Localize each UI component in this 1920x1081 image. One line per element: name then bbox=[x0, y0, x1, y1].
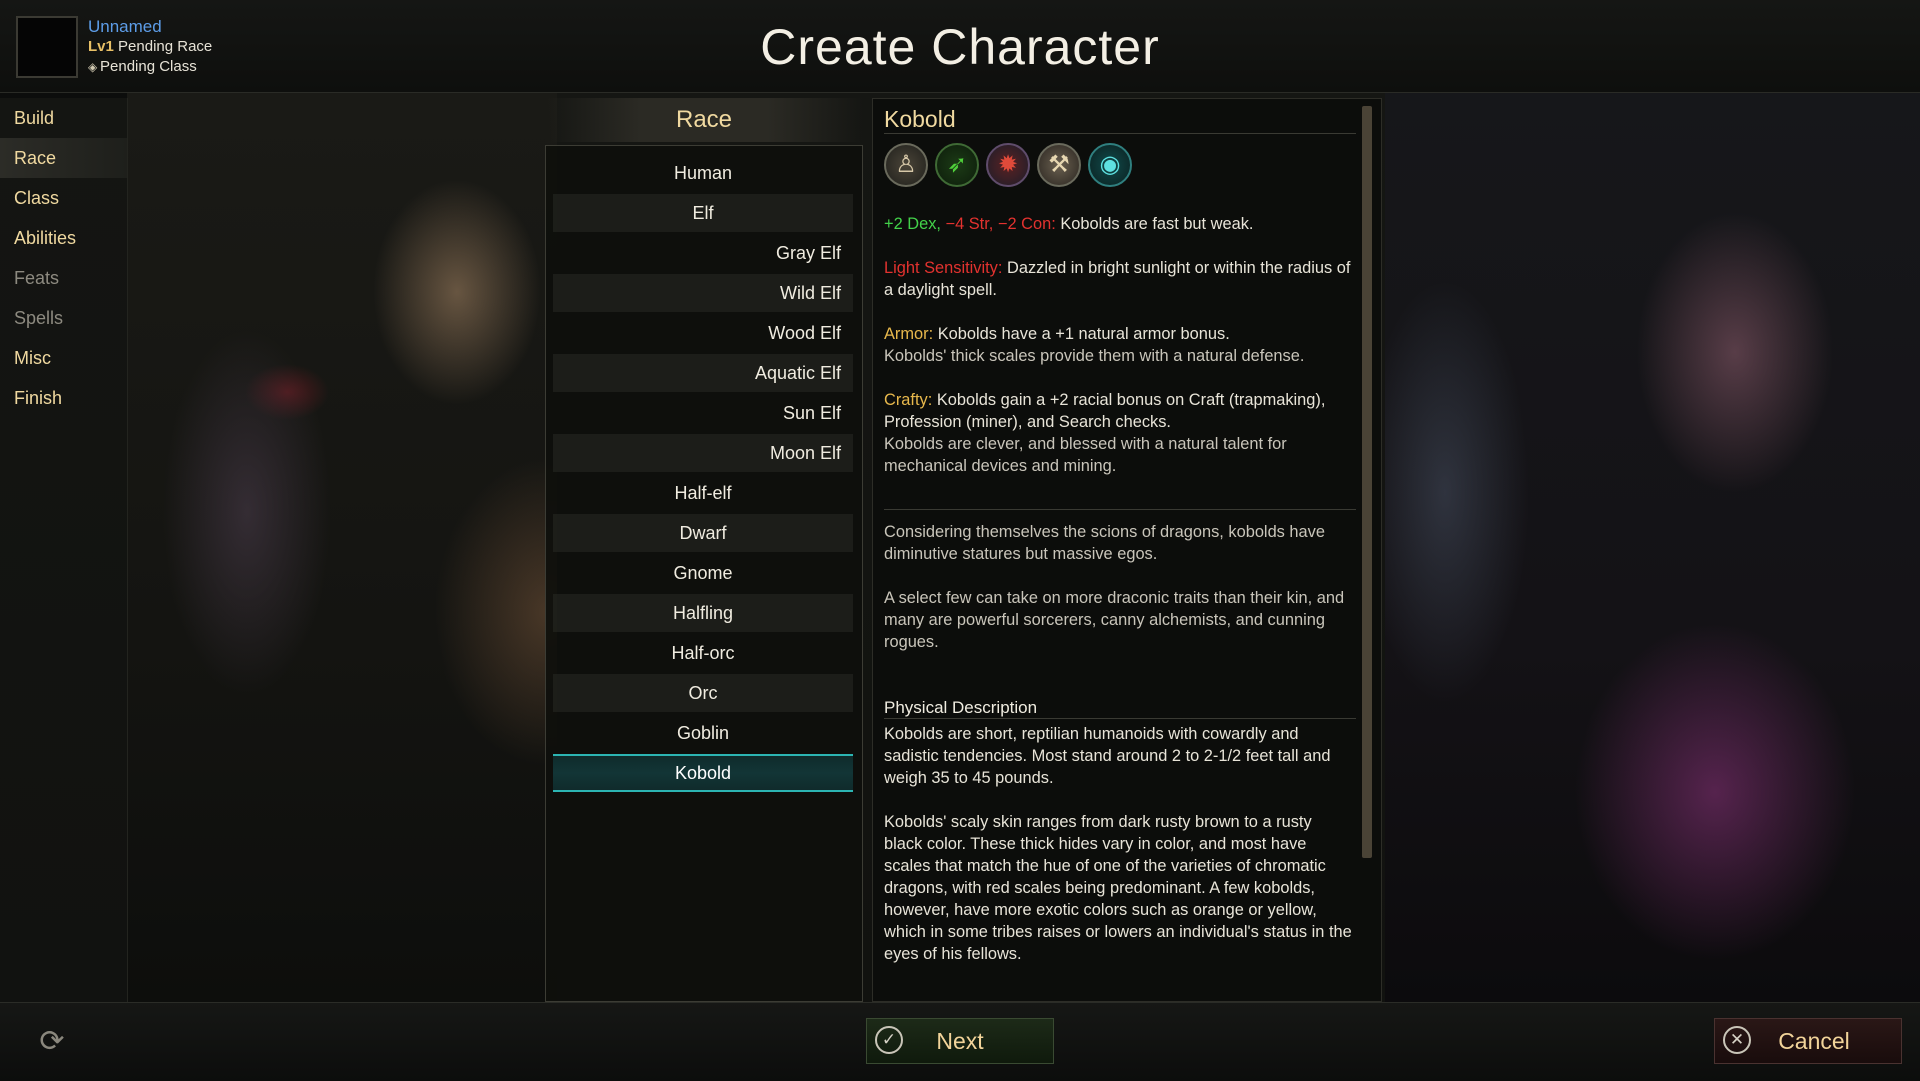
race-option-label: Moon Elf bbox=[769, 443, 841, 463]
sidebar-item-finish[interactable]: Finish bbox=[0, 378, 127, 418]
race-option-aquatic-elf[interactable]: Aquatic Elf bbox=[553, 354, 853, 392]
race-option-sun-elf[interactable]: Sun Elf bbox=[553, 394, 853, 432]
page-title: Create Character bbox=[760, 19, 1160, 75]
trait-light-sensitivity: Light Sensitivity: Dazzled in bright sun… bbox=[884, 257, 1354, 301]
sidebar-item-abilities[interactable]: Abilities bbox=[0, 218, 127, 258]
race-option-label: Gray Elf bbox=[775, 243, 841, 263]
race-option-elf[interactable]: Elf bbox=[553, 194, 853, 232]
race-option-gnome[interactable]: Gnome bbox=[553, 554, 853, 592]
race-option-halfling[interactable]: Halfling bbox=[553, 594, 853, 632]
trait-text: Kobolds have a +1 natural armor bonus. bbox=[933, 325, 1230, 343]
race-option-label: Dwarf bbox=[679, 523, 727, 543]
race-option-label: Gnome bbox=[673, 563, 733, 583]
sidebar-item-feats[interactable]: Feats bbox=[0, 258, 127, 298]
humanoid-icon[interactable]: ♙ bbox=[884, 143, 928, 187]
traits-divider bbox=[884, 509, 1356, 510]
race-option-wood-elf[interactable]: Wood Elf bbox=[553, 314, 853, 352]
sidebar-item-build[interactable]: Build bbox=[0, 98, 127, 138]
race-option-kobold[interactable]: Kobold bbox=[553, 754, 853, 792]
race-option-label: Sun Elf bbox=[782, 403, 841, 423]
sidebar-item-race[interactable]: Race bbox=[0, 138, 127, 178]
physical-divider bbox=[884, 718, 1356, 719]
race-option-wild-elf[interactable]: Wild Elf bbox=[553, 274, 853, 312]
race-option-label: Kobold bbox=[674, 763, 732, 783]
lore-paragraph-1: Considering themselves the scions of dra… bbox=[884, 523, 1325, 563]
race-detail-title: Kobold bbox=[884, 106, 956, 132]
race-option-label: Goblin bbox=[676, 723, 730, 743]
sidebar-item-class[interactable]: Class bbox=[0, 178, 127, 218]
physical-paragraph-1: Kobolds are short, reptilian humanoids w… bbox=[884, 725, 1331, 787]
race-option-half-elf[interactable]: Half-elf bbox=[553, 474, 853, 512]
race-option-half-orc[interactable]: Half-orc bbox=[553, 634, 853, 672]
light-sensitivity-icon[interactable]: ✹ bbox=[986, 143, 1030, 187]
cancel-button[interactable]: ✕ Cancel bbox=[1714, 1018, 1902, 1064]
trait-text: Kobolds gain a +2 racial bonus on Craft … bbox=[884, 391, 1326, 431]
race-option-label: Elf bbox=[692, 203, 714, 223]
race-option-label: Aquatic Elf bbox=[754, 363, 841, 383]
reset-button[interactable]: ⟳ bbox=[34, 1024, 70, 1060]
race-option-orc[interactable]: Orc bbox=[553, 674, 853, 712]
stat-penalty: −4 Str, −2 Con: bbox=[940, 215, 1056, 233]
ability-modifiers: +2 Dex, −4 Str, −2 Con: Kobolds are fast… bbox=[884, 213, 1354, 235]
race-option-label: Human bbox=[673, 163, 733, 183]
next-button[interactable]: ✓ Next bbox=[866, 1018, 1054, 1064]
detail-scrollbar[interactable] bbox=[1362, 106, 1372, 858]
fast-runner-icon[interactable]: ➶ bbox=[935, 143, 979, 187]
race-list: Human Elf Gray Elf Wild Elf Wood Elf Aqu… bbox=[545, 145, 863, 1002]
title-divider bbox=[884, 133, 1356, 134]
race-option-human[interactable]: Human bbox=[553, 154, 853, 192]
stat-summary: Kobolds are fast but weak. bbox=[1055, 215, 1254, 233]
sidebar-item-misc[interactable]: Misc bbox=[0, 338, 127, 378]
stat-bonus: +2 Dex, bbox=[884, 215, 941, 233]
darkvision-eye-icon[interactable]: ◉ bbox=[1088, 143, 1132, 187]
crafty-icon[interactable]: ⚒ bbox=[1037, 143, 1081, 187]
race-option-label: Half-elf bbox=[674, 483, 732, 503]
refresh-icon: ⟳ bbox=[39, 1025, 65, 1058]
trait-flavor: Kobolds are clever, and blessed with a n… bbox=[884, 435, 1287, 475]
race-option-label: Half-orc bbox=[671, 643, 735, 663]
physical-description-heading: Physical Description bbox=[884, 698, 1038, 717]
race-option-label: Wild Elf bbox=[779, 283, 841, 303]
top-bar: Unnamed Lv1 Pending Race ◈ Pending Class … bbox=[0, 0, 1920, 93]
lore-paragraph-2: A select few can take on more draconic t… bbox=[884, 589, 1345, 651]
race-option-moon-elf[interactable]: Moon Elf bbox=[553, 434, 853, 472]
cancel-button-label: Cancel bbox=[1778, 1028, 1850, 1054]
background-art-right bbox=[1385, 92, 1920, 1002]
trait-label: Armor: bbox=[884, 325, 934, 343]
race-option-label: Wood Elf bbox=[768, 323, 841, 343]
trait-armor: Armor: Kobolds have a +1 natural armor b… bbox=[884, 323, 1354, 367]
sidebar-nav: Build Race Class Abilities Feats Spells … bbox=[0, 98, 128, 1002]
trait-icon-row: ♙ ➶ ✹ ⚒ ◉ bbox=[884, 143, 1139, 191]
trait-flavor: Kobolds' thick scales provide them with … bbox=[884, 347, 1305, 365]
race-panel-header: Race bbox=[545, 98, 863, 142]
background-art-left bbox=[127, 92, 557, 1002]
race-option-gray-elf[interactable]: Gray Elf bbox=[553, 234, 853, 272]
race-option-dwarf[interactable]: Dwarf bbox=[553, 514, 853, 552]
sidebar-item-spells[interactable]: Spells bbox=[0, 298, 127, 338]
race-option-label: Halfling bbox=[672, 603, 734, 623]
trait-label: Crafty: bbox=[884, 391, 933, 409]
trait-label: Light Sensitivity: bbox=[884, 259, 1003, 277]
next-button-label: Next bbox=[936, 1028, 984, 1054]
race-option-label: Orc bbox=[688, 683, 718, 703]
physical-paragraph-2: Kobolds' scaly skin ranges from dark rus… bbox=[884, 813, 1352, 963]
race-option-goblin[interactable]: Goblin bbox=[553, 714, 853, 752]
trait-crafty: Crafty: Kobolds gain a +2 racial bonus o… bbox=[884, 389, 1354, 477]
